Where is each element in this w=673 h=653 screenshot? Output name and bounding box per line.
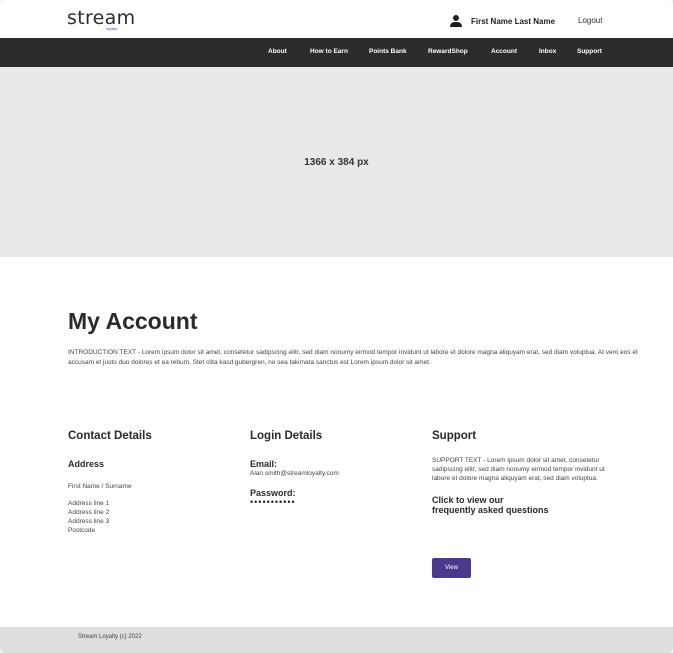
- login-details-section: Login Details Email: Alan.smith@streamlo…: [250, 430, 410, 507]
- page-title: My Account: [68, 308, 198, 334]
- nav-item-how-to-earn[interactable]: How to Earn: [310, 48, 348, 55]
- contact-details-section: Contact Details Address First Name / Sur…: [68, 430, 228, 535]
- password-value: •••••••••••: [250, 497, 296, 507]
- nav-item-about[interactable]: About: [268, 48, 287, 55]
- email-value: Alan.smith@streamloyalty.com: [250, 470, 339, 477]
- user-name: First Name Last Name: [471, 16, 556, 26]
- nav-item-inbox[interactable]: Inbox: [539, 48, 556, 55]
- hero-banner: 1366 x 384 px: [0, 67, 673, 257]
- main-nav: About How to Earn Points Bank RewardShop…: [0, 38, 673, 67]
- contact-name: First Name / Surname: [68, 483, 132, 490]
- logo-subtext: loyalty: [106, 26, 118, 31]
- faq-prompt-line-2: frequently asked questions: [432, 505, 549, 515]
- support-text: SUPPORT TEXT - Lorem ipsum dolor sit ame…: [432, 457, 605, 482]
- page: stream loyalty First Name Last Name Logo…: [0, 0, 673, 653]
- address-line-2: Address line 2: [68, 509, 110, 516]
- address-line-3: Address line 3: [68, 518, 110, 525]
- stream-logo[interactable]: stream loyalty: [67, 9, 135, 33]
- nav-item-account[interactable]: Account: [491, 48, 517, 55]
- support-heading: Support: [432, 430, 477, 442]
- login-details-heading: Login Details: [250, 430, 323, 442]
- address-block: Address line 1 Address line 2 Address li…: [68, 499, 228, 535]
- email-label: Email:: [250, 459, 278, 469]
- address-line-1: Address line 1: [68, 500, 110, 507]
- footer-copyright: Stream Loyalty (c) 2022: [78, 634, 142, 640]
- top-header: stream loyalty First Name Last Name Logo…: [0, 0, 673, 38]
- address-heading: Address: [68, 459, 105, 469]
- nav-item-rewardshop[interactable]: RewardShop: [428, 48, 468, 55]
- user-icon: [450, 15, 462, 27]
- support-section: Support SUPPORT TEXT - Lorem ipsum dolor…: [432, 430, 612, 515]
- logo-text: stream: [67, 7, 136, 29]
- contact-details-heading: Contact Details: [68, 430, 152, 442]
- hero-placeholder-label: 1366 x 384 px: [304, 157, 369, 168]
- postcode: Postcode: [68, 527, 96, 534]
- view-faq-button[interactable]: View: [432, 558, 471, 578]
- user-menu[interactable]: First Name Last Name: [450, 14, 555, 28]
- footer: Stream Loyalty (c) 2022: [0, 627, 673, 653]
- intro-text: INTRODUCTION TEXT - Lorem ipsum dolor si…: [68, 349, 638, 366]
- nav-item-support[interactable]: Support: [577, 48, 602, 55]
- nav-item-points-bank[interactable]: Points Bank: [369, 48, 407, 55]
- logout-link[interactable]: Logout: [578, 16, 602, 25]
- faq-prompt-line-1: Click to view our: [432, 495, 504, 505]
